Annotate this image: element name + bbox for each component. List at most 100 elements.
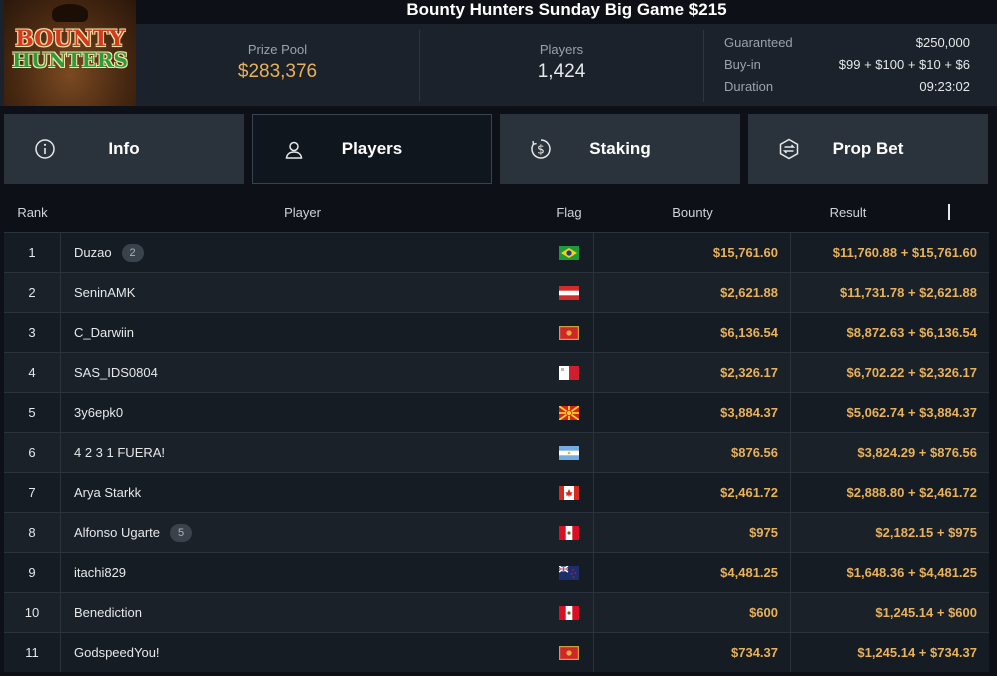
player-cell[interactable]: Alfonso Ugarte 5 bbox=[61, 513, 544, 552]
tab-players[interactable]: Players bbox=[252, 114, 492, 184]
flag-cell bbox=[544, 553, 594, 592]
prize-pool-stat: Prize Pool $283,376 bbox=[136, 30, 420, 102]
player-cell[interactable]: GodspeedYou! bbox=[61, 633, 544, 672]
player-cell[interactable]: 4 2 3 1 FUERA! bbox=[61, 433, 544, 472]
brazil-flag-icon bbox=[558, 245, 579, 260]
player-cell[interactable]: itachi829 bbox=[61, 553, 544, 592]
table-row[interactable]: 8 Alfonso Ugarte 5 $975 $2,182.15 + $975 bbox=[4, 512, 989, 552]
svg-text:$: $ bbox=[537, 143, 545, 157]
player-name[interactable]: SeninAMK bbox=[74, 285, 135, 300]
bounty-cell: $600 bbox=[594, 593, 791, 632]
logo-text-line2: HUNTERS bbox=[12, 48, 128, 72]
player-name[interactable]: 3y6epk0 bbox=[74, 405, 123, 420]
table-row[interactable]: 6 4 2 3 1 FUERA! $876.56 $3,824.29 + $876.5… bbox=[4, 432, 989, 472]
flag-cell bbox=[544, 353, 594, 392]
column-header-result[interactable]: Result bbox=[791, 192, 989, 232]
table-row[interactable]: 2 SeninAMK $2,621.88 $11,731.78 + $2,621.88 bbox=[4, 272, 989, 312]
table-row[interactable]: 9 itachi829 $4,481.25 $1,648.36 + $4,481.25 bbox=[4, 552, 989, 592]
flag-cell bbox=[544, 233, 594, 272]
detail-key: Buy-in bbox=[724, 57, 761, 72]
flag-cell bbox=[544, 473, 594, 512]
dollar-circle-icon: $ bbox=[531, 139, 551, 159]
column-header-bounty[interactable]: Bounty bbox=[594, 192, 791, 232]
table-body: 1 Duzao 2 $15,761.60 $11,760.88 + $15,761.60… bbox=[4, 232, 989, 672]
detail-buy-in: Buy-in $99 + $100 + $10 + $6 bbox=[724, 54, 970, 76]
player-name[interactable]: C_Darwiin bbox=[74, 325, 134, 340]
player-cell[interactable]: C_Darwiin bbox=[61, 313, 544, 352]
tournament-details: Guaranteed $250,000 Buy-in $99 + $100 + … bbox=[724, 32, 970, 98]
table-row[interactable]: 11 GodspeedYou! $734.37 $1,245.14 + $734.37 bbox=[4, 632, 989, 672]
result-cell: $6,702.22 + $2,326.17 bbox=[846, 365, 977, 380]
detail-value: 09:23:02 bbox=[919, 79, 970, 94]
column-resize-handle[interactable] bbox=[948, 204, 951, 220]
bounty-cell: $734.37 bbox=[594, 633, 791, 672]
canada-flag-icon bbox=[558, 485, 579, 500]
montenegro-flag-icon bbox=[558, 645, 579, 660]
column-header-player[interactable]: Player bbox=[61, 192, 544, 232]
new-zealand-flag-icon bbox=[558, 565, 579, 580]
player-name[interactable]: itachi829 bbox=[74, 565, 126, 580]
tab-info[interactable]: Info bbox=[4, 114, 244, 184]
player-cell[interactable]: SAS_IDS0804 bbox=[61, 353, 544, 392]
prize-pool-value: $283,376 bbox=[237, 61, 318, 82]
player-cell[interactable]: Benediction bbox=[61, 593, 544, 632]
player-name[interactable]: GodspeedYou! bbox=[74, 645, 160, 660]
player-name[interactable]: 4 2 3 1 FUERA! bbox=[74, 445, 165, 460]
column-header-rank[interactable]: Rank bbox=[4, 192, 61, 232]
tab-staking[interactable]: $ Staking bbox=[500, 114, 740, 184]
detail-value: $250,000 bbox=[915, 35, 970, 50]
bounty-cell: $15,761.60 bbox=[594, 233, 791, 272]
player-cell[interactable]: Arya Starkk bbox=[61, 473, 544, 512]
column-header-result-label: Result bbox=[829, 204, 867, 220]
rank-cell: 5 bbox=[4, 393, 61, 432]
rank-cell: 8 bbox=[4, 513, 61, 552]
peru-flag-icon bbox=[558, 525, 579, 540]
rank-cell: 11 bbox=[4, 633, 61, 672]
rank-cell: 7 bbox=[4, 473, 61, 512]
result-cell: $11,760.88 + $15,761.60 bbox=[832, 245, 977, 260]
result-cell: $1,245.14 + $734.37 bbox=[857, 645, 977, 660]
player-cell[interactable]: Duzao 2 bbox=[61, 233, 544, 272]
detail-key: Duration bbox=[724, 79, 774, 94]
bounty-cell: $3,884.37 bbox=[594, 393, 791, 432]
player-name[interactable]: SAS_IDS0804 bbox=[74, 365, 158, 380]
flag-cell bbox=[544, 393, 594, 432]
player-name[interactable]: Arya Starkk bbox=[74, 485, 141, 500]
player-cell[interactable]: SeninAMK bbox=[61, 273, 544, 312]
result-cell: $11,731.78 + $2,621.88 bbox=[840, 285, 977, 300]
tournament-title: Bounty Hunters Sunday Big Game $215 bbox=[136, 0, 997, 24]
table-header: Rank Player Flag Bounty Result bbox=[4, 192, 989, 232]
column-header-flag[interactable]: Flag bbox=[544, 192, 594, 232]
user-icon bbox=[285, 141, 303, 159]
table-row[interactable]: 1 Duzao 2 $15,761.60 $11,760.88 + $15,761.60 bbox=[4, 232, 989, 272]
table-row[interactable]: 3 C_Darwiin $6,136.54 $8,872.63 + $6,136.54 bbox=[4, 312, 989, 352]
bounty-cell: $4,481.25 bbox=[594, 553, 791, 592]
table-row[interactable]: 7 Arya Starkk $2,461.72 $2,888.80 + $2,461.… bbox=[4, 472, 989, 512]
player-cell[interactable]: 3y6epk0 bbox=[61, 393, 544, 432]
flag-cell bbox=[544, 433, 594, 472]
bounty-hunters-logo: BOUNTY HUNTERS bbox=[4, 0, 136, 106]
player-name[interactable]: Alfonso Ugarte bbox=[74, 525, 160, 540]
prize-pool-label: Prize Pool bbox=[247, 42, 308, 57]
table-row[interactable]: 5 3y6epk0 $3,884.37 $5,062.74 + $3,884.37 bbox=[4, 392, 989, 432]
detail-key: Guaranteed bbox=[724, 35, 793, 50]
rank-cell: 3 bbox=[4, 313, 61, 352]
players-table: Rank Player Flag Bounty Result 1 Duzao 2 $1… bbox=[4, 192, 989, 672]
argentina-flag-icon bbox=[558, 445, 579, 460]
table-row[interactable]: 10 Benediction $600 $1,245.14 + $600 bbox=[4, 592, 989, 632]
austria-flag-icon bbox=[558, 285, 579, 300]
table-row[interactable]: 4 SAS_IDS0804 $2,326.17 $6,702.22 + $2,326.… bbox=[4, 352, 989, 392]
result-cell: $8,872.63 + $6,136.54 bbox=[846, 325, 977, 340]
rank-cell: 9 bbox=[4, 553, 61, 592]
malta-flag-icon bbox=[558, 365, 579, 380]
player-name[interactable]: Benediction bbox=[74, 605, 142, 620]
montenegro-flag-icon bbox=[558, 325, 579, 340]
flag-cell bbox=[544, 273, 594, 312]
info-icon bbox=[35, 139, 55, 159]
flag-cell bbox=[544, 633, 594, 672]
rank-cell: 2 bbox=[4, 273, 61, 312]
peru-flag-icon bbox=[558, 605, 579, 620]
tab-prop-bet[interactable]: Prop Bet bbox=[748, 114, 988, 184]
reentry-count-badge: 5 bbox=[170, 523, 192, 542]
player-name[interactable]: Duzao bbox=[74, 245, 112, 260]
